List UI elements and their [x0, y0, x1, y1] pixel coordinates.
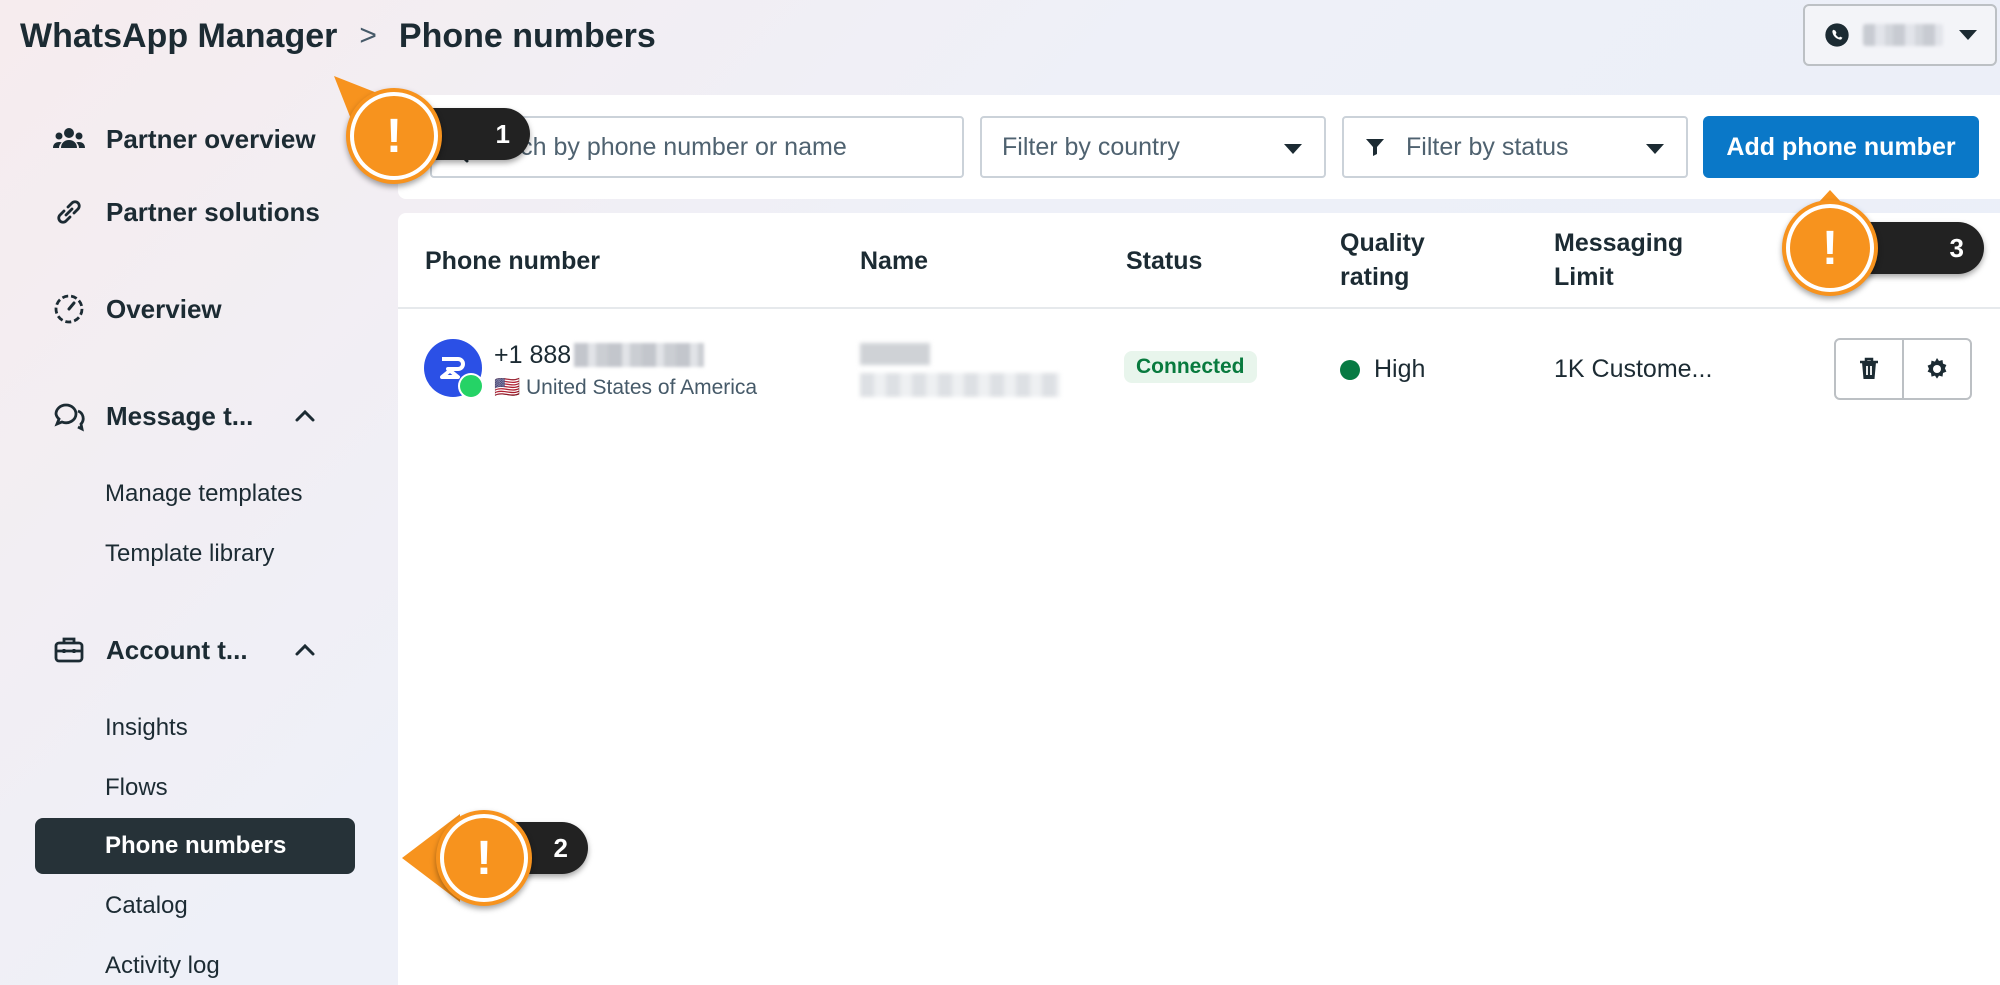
sidebar-sub-flows[interactable]: Flows [105, 774, 168, 802]
breadcrumb-app[interactable]: WhatsApp Manager [20, 17, 337, 56]
phone-numbers-table: Phone number Name Status Quality rating … [398, 213, 2000, 985]
caret-down-icon [1284, 144, 1302, 154]
toolbox-icon [54, 637, 84, 663]
sidebar-sub-activity-log[interactable]: Activity log [105, 952, 220, 980]
search-placeholder: earch by phone number or name [484, 132, 847, 161]
sidebar-sub-insights[interactable]: Insights [105, 714, 188, 742]
sidebar-sub-manage-templates[interactable]: Manage templates [105, 480, 302, 508]
callout-ring: ! [1782, 200, 1878, 296]
sidebar-item-partner-overview[interactable]: Partner overview [52, 122, 316, 156]
redacted-account [1863, 24, 1943, 46]
gear-icon [1927, 358, 1947, 379]
redacted-name-sub [860, 373, 1060, 397]
status-filter-label: Filter by status [1406, 132, 1569, 161]
people-icon [53, 128, 85, 148]
add-phone-number-button[interactable]: Add phone number [1703, 116, 1979, 178]
country-filter-label: Filter by country [1002, 132, 1180, 161]
chevron-up-icon[interactable] [292, 637, 318, 663]
status-badge: Connected [1124, 351, 1257, 383]
sidebar-item-partner-solutions[interactable]: Partner solutions [52, 195, 320, 229]
column-header-quality[interactable]: Quality rating [1340, 226, 1425, 294]
row-actions [1834, 338, 1972, 400]
chat-icon [54, 403, 85, 432]
country-filter-select[interactable]: Filter by country [980, 116, 1326, 178]
exclamation-icon: ! [444, 818, 524, 898]
sidebar-item-label: Account t... [106, 634, 248, 665]
status-filter-select[interactable]: Filter by status [1342, 116, 1688, 178]
chevron-right-icon: > [359, 19, 377, 52]
quality-value: High [1374, 355, 1426, 383]
delete-button[interactable] [1836, 340, 1902, 398]
gauge-icon [54, 294, 84, 324]
phone-number-value: +1 888 [494, 341, 572, 369]
callout-ring: ! [436, 810, 532, 906]
column-header-messaging-limit[interactable]: Messaging Limit [1554, 226, 1683, 294]
sidebar-item-label: Overview [106, 293, 222, 324]
table-header: Phone number Name Status Quality rating … [398, 213, 2000, 309]
caret-down-icon [1646, 144, 1664, 154]
sidebar-item-label: Partner overview [106, 123, 316, 154]
sidebar-item-label: Partner solutions [106, 196, 320, 227]
sidebar-sub-phone-numbers[interactable]: Phone numbers [35, 818, 355, 874]
sidebar-sub-template-library[interactable]: Template library [105, 540, 274, 568]
column-header-status[interactable]: Status [1126, 244, 1202, 278]
sidebar-sub-catalog[interactable]: Catalog [105, 892, 188, 920]
breadcrumb: WhatsApp Manager > Phone numbers [20, 14, 656, 58]
page-title: Phone numbers [398, 16, 656, 55]
exclamation-icon: ! [354, 96, 434, 176]
sidebar-item-overview[interactable]: Overview [52, 292, 222, 326]
settings-button[interactable] [1902, 340, 1970, 398]
caret-down-icon [1959, 30, 1977, 40]
sidebar-item-account-tools[interactable]: Account t... [52, 633, 315, 667]
filter-icon [1366, 139, 1384, 156]
redacted-name [860, 343, 930, 365]
account-switcher[interactable] [1803, 4, 1997, 66]
page-header: WhatsApp Manager > Phone numbers [0, 0, 2000, 80]
messaging-limit-value: 1K Custome... [1554, 355, 1713, 383]
trash-icon [1860, 357, 1878, 379]
phone-country: 🇺🇸 United States of America [494, 376, 758, 399]
column-header-phone[interactable]: Phone number [425, 244, 600, 278]
sidebar-item-message-templates[interactable]: Message t... [52, 399, 315, 433]
chevron-up-icon[interactable] [292, 403, 318, 429]
sidebar: Partner overview Partner solutions Overv… [0, 80, 396, 985]
whatsapp-icon [1825, 23, 1849, 47]
redacted-phone [574, 343, 704, 367]
link-icon [57, 200, 81, 224]
whatsapp-icon [458, 373, 484, 399]
column-header-name[interactable]: Name [860, 244, 928, 278]
quality-dot [1340, 360, 1360, 380]
sidebar-item-label: Message t... [106, 400, 254, 431]
callout-ring: ! [346, 88, 442, 184]
exclamation-icon: ! [1790, 208, 1870, 288]
